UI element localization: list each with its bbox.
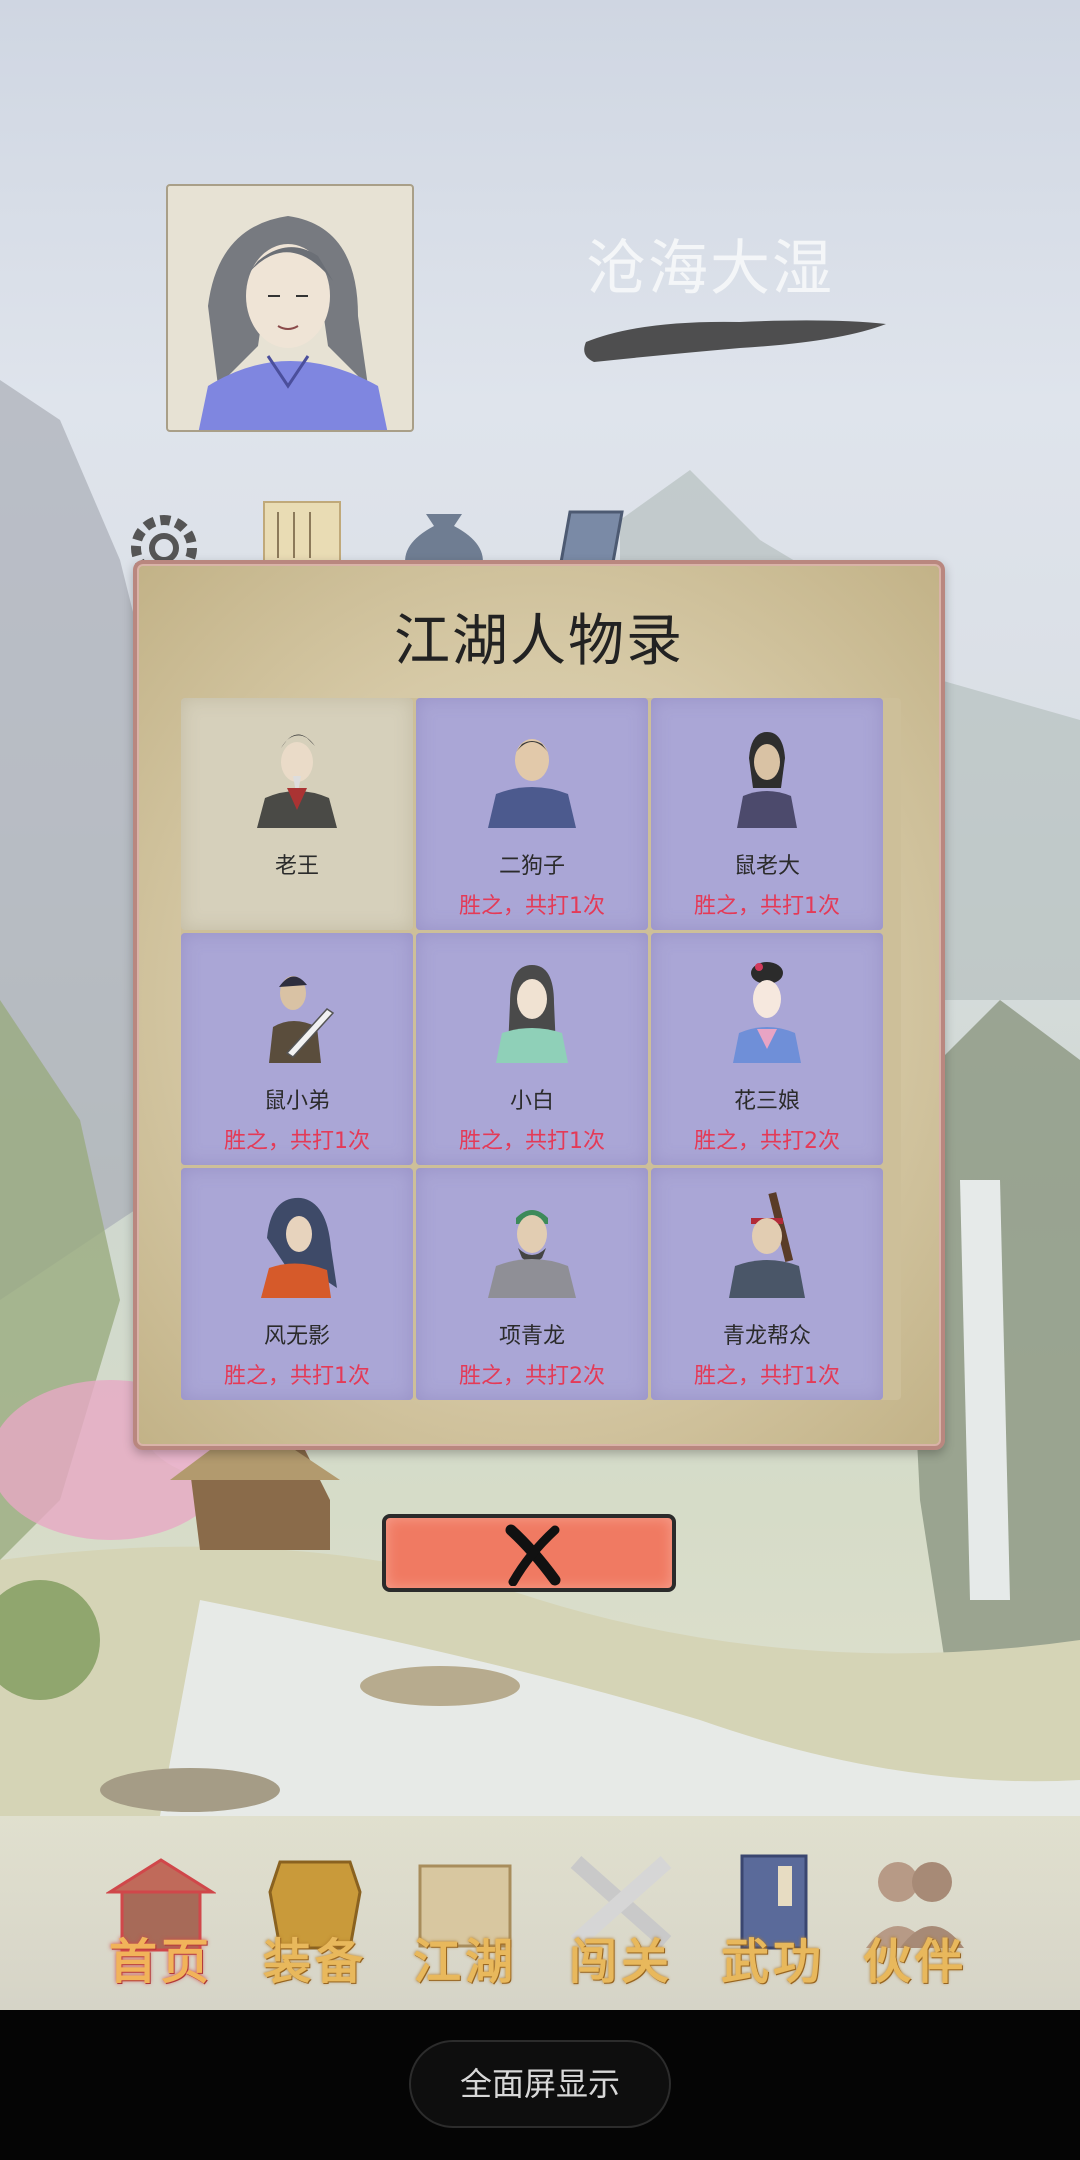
book-icon[interactable] <box>556 508 626 568</box>
nav-label: 装备 <box>262 1934 367 1990</box>
character-card[interactable]: 二狗子 胜之，共打1次 <box>416 698 648 930</box>
character-card[interactable]: 花三娘 胜之，共打2次 <box>651 933 883 1165</box>
character-card[interactable]: 项青龙 胜之，共打2次 <box>416 1168 648 1400</box>
character-portrait <box>737 732 797 828</box>
player-name: 沧海大湿 <box>586 234 834 304</box>
nav-label: 伙伴 <box>862 1934 967 1990</box>
character-name: 小白 <box>509 1089 554 1114</box>
character-portrait <box>496 965 568 1063</box>
player-avatar[interactable] <box>166 184 414 432</box>
fullscreen-display-button[interactable]: 全面屏显示 <box>409 2040 671 2128</box>
money-bag-icon[interactable] <box>396 504 492 568</box>
battle-record: 胜之，共打1次 <box>224 1129 370 1154</box>
battle-record: 胜之，共打2次 <box>694 1129 840 1154</box>
player-portrait-art <box>198 216 388 430</box>
battle-record: 胜之，共打1次 <box>459 1129 605 1154</box>
nav-home[interactable]: 首页 <box>96 1852 226 1990</box>
close-dialog-button[interactable] <box>382 1514 676 1592</box>
nav-equipment[interactable]: 装备 <box>250 1852 380 1990</box>
character-card[interactable]: 鼠老大 胜之，共打1次 <box>651 698 883 930</box>
character-name: 青龙帮众 <box>722 1324 811 1349</box>
nav-jianghu[interactable]: 江湖 <box>400 1852 530 1990</box>
battle-record: 胜之，共打2次 <box>459 1364 605 1389</box>
character-name: 鼠老大 <box>733 854 800 879</box>
system-bar: 全面屏显示 <box>0 2010 1080 2160</box>
battle-record: 胜之，共打1次 <box>694 894 840 919</box>
character-card[interactable]: 青龙帮众 胜之，共打1次 <box>651 1168 883 1400</box>
nav-martial-arts[interactable]: 武功 <box>708 1852 838 1990</box>
character-portrait <box>488 739 576 828</box>
ink-brush-stroke <box>584 320 886 362</box>
bottom-navigation: 首页 装备 江湖 闯关 武功 伙伴 <box>0 1816 1080 2010</box>
character-card[interactable]: 风无影 胜之，共打1次 <box>181 1168 413 1400</box>
character-portrait <box>729 1192 805 1298</box>
nav-label: 闯关 <box>568 1934 673 1990</box>
nav-label: 江湖 <box>412 1934 517 1990</box>
scroll-icon[interactable] <box>258 498 346 568</box>
character-name: 项青龙 <box>498 1324 565 1349</box>
character-name: 鼠小弟 <box>263 1089 330 1114</box>
character-card[interactable]: 小白 胜之，共打1次 <box>416 933 648 1165</box>
close-x-icon <box>505 1524 561 1586</box>
character-portrait <box>261 1197 337 1298</box>
character-name: 老王 <box>274 854 319 879</box>
character-name: 二狗子 <box>498 854 565 879</box>
nav-label: 武功 <box>720 1934 825 1990</box>
battle-record: 胜之，共打1次 <box>459 894 605 919</box>
nav-label: 首页 <box>108 1934 213 1990</box>
character-name: 花三娘 <box>733 1089 800 1114</box>
character-portrait <box>733 962 801 1063</box>
character-grid: 老王 二狗子 胜之，共打1次 鼠老大 胜之，共打1次 鼠小弟 胜之，共打1次 小… <box>181 698 901 1400</box>
battle-record: 胜之，共打1次 <box>224 1364 370 1389</box>
character-portrait <box>257 734 337 828</box>
nav-challenge[interactable]: 闯关 <box>556 1852 686 1990</box>
dialog-title: 江湖人物录 <box>394 609 684 674</box>
battle-record: 胜之，共打1次 <box>694 1364 840 1389</box>
game-scene: 沧海大湿 江湖人物录 老王 二狗子 胜之，共打1次 鼠老大 胜之，共打1次 鼠小… <box>0 0 1080 2010</box>
character-roster-dialog: 江湖人物录 老王 二狗子 胜之，共打1次 鼠老大 胜之，共打1次 鼠小弟 胜之，… <box>133 560 945 1450</box>
character-portrait <box>488 1210 576 1298</box>
character-name: 风无影 <box>263 1324 330 1349</box>
character-card[interactable]: 老王 <box>181 698 413 930</box>
character-portrait <box>269 976 335 1063</box>
nav-partners[interactable]: 伙伴 <box>850 1852 980 1990</box>
character-card[interactable]: 鼠小弟 胜之，共打1次 <box>181 933 413 1165</box>
